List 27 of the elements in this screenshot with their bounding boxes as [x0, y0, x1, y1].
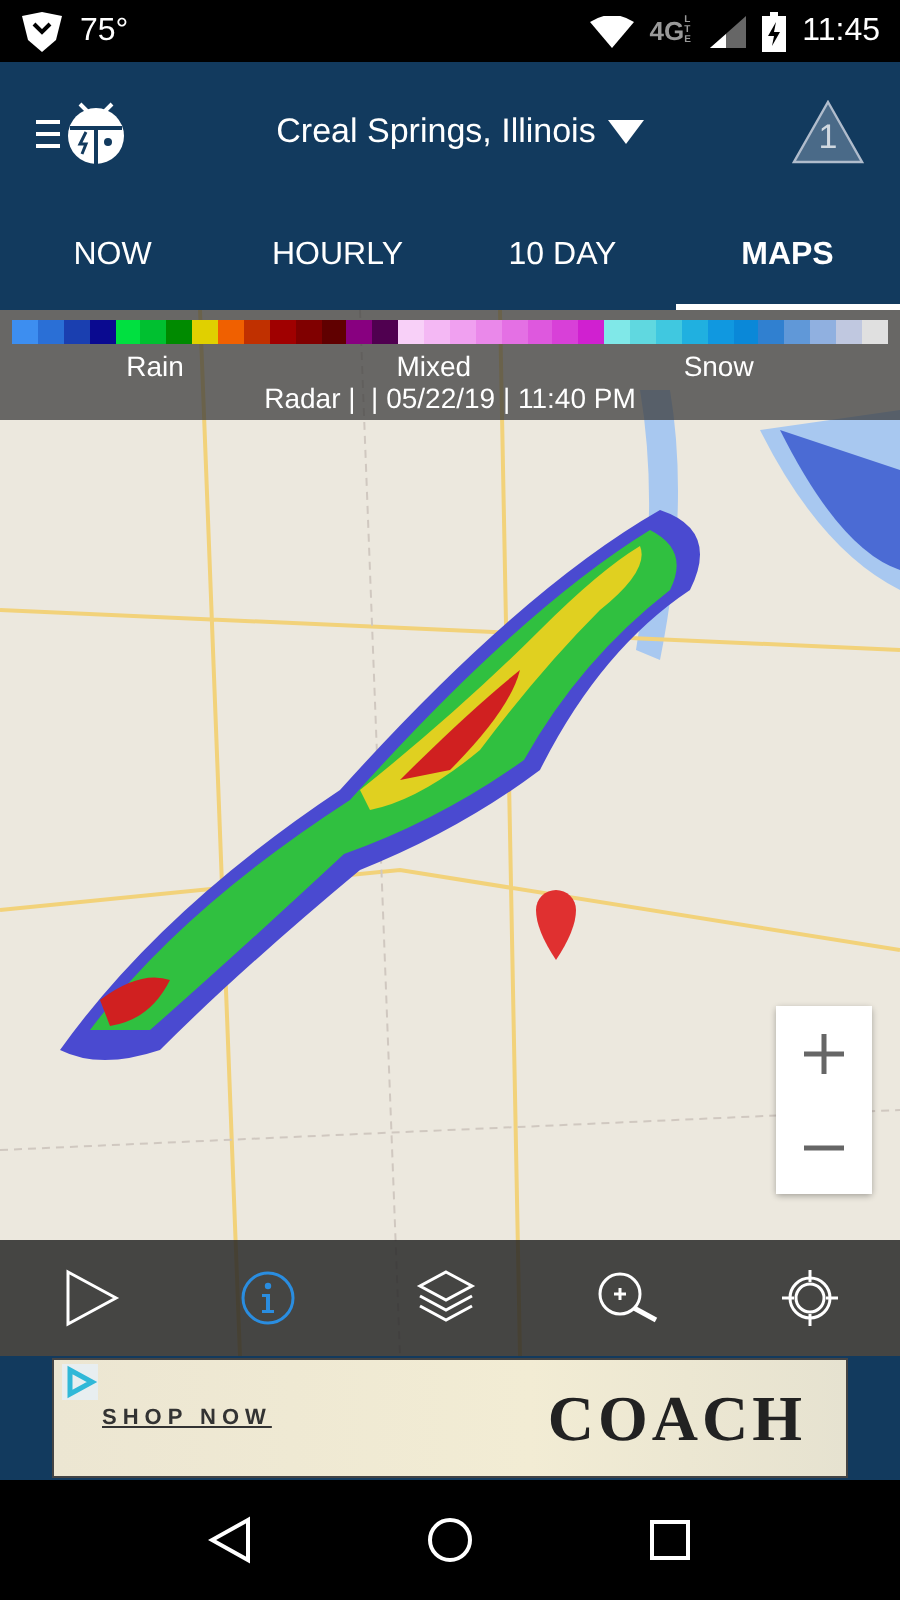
radar-timestamp: Radar | | 05/22/19 | 11:40 PM [262, 382, 638, 414]
signal-icon [710, 15, 747, 47]
tab[interactable]: 10 DAY [450, 200, 675, 310]
legend-label: Snow [683, 350, 754, 382]
plus-icon [802, 1031, 846, 1075]
ad-brand: COACH [547, 1381, 806, 1455]
zoom-in-button[interactable] [776, 1006, 872, 1100]
tab[interactable]: HOURLY [225, 200, 450, 310]
clock: 11:45 [802, 13, 880, 49]
minus-icon [802, 1143, 846, 1151]
zoom-search-button[interactable] [596, 1268, 660, 1328]
wifi-icon [589, 15, 634, 47]
network-type: 4G [649, 16, 685, 46]
tab[interactable]: NOW [0, 200, 225, 310]
legend-label: Rain [126, 350, 184, 382]
alert-button[interactable]: 1 [792, 99, 864, 163]
menu-logo-icon[interactable] [36, 97, 128, 165]
dropdown-icon[interactable] [607, 119, 644, 143]
shield-icon [20, 11, 64, 51]
temperature: 75° [80, 13, 129, 49]
locate-button[interactable] [780, 1268, 840, 1328]
location-selector[interactable]: Creal Springs, Illinois [276, 111, 596, 151]
shop-now-link[interactable]: SHOP NOW [102, 1406, 272, 1430]
ad-banner[interactable]: SHOP NOW COACH [52, 1358, 848, 1478]
legend-label: Mixed [396, 350, 472, 382]
info-button[interactable] [240, 1270, 296, 1326]
battery-icon [762, 11, 787, 51]
